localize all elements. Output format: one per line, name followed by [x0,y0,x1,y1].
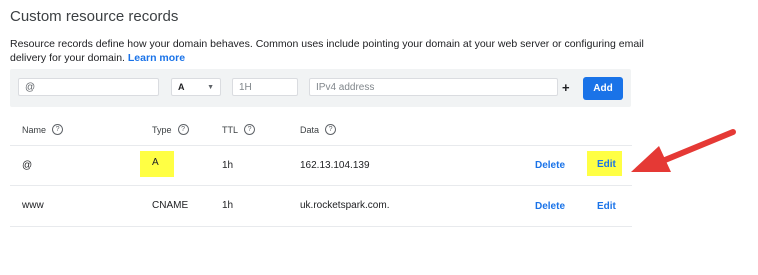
data-input[interactable] [309,78,558,96]
divider [10,145,632,146]
help-circle-icon[interactable]: ? [52,124,64,135]
help-circle-icon[interactable]: ? [177,124,189,135]
edit-button[interactable]: Edit [597,201,616,212]
add-button[interactable]: Add [583,77,623,100]
delete-button[interactable]: Delete [535,160,565,171]
record-type: CNAME [152,200,189,211]
record-name-input[interactable] [18,78,159,96]
caret-down-icon: ▼ [207,83,214,91]
record-type-value: A [178,82,185,92]
section-title: Custom resource records [10,8,179,25]
divider [10,185,632,186]
description-text: Resource records define how your domain … [10,38,644,64]
help-circle-icon[interactable]: ? [244,124,256,135]
record-type: A [152,157,159,168]
column-header-type: Type ? [152,124,189,135]
plus-icon[interactable]: + [562,80,570,95]
ttl-input[interactable] [232,78,298,96]
record-data: uk.rocketspark.com. [300,200,390,211]
header-label: Data [300,124,320,135]
divider [10,226,632,227]
delete-button[interactable]: Delete [535,201,565,212]
column-header-ttl: TTL ? [222,124,256,135]
add-record-form: A ▼ + Add [10,69,631,107]
record-ttl: 1h [222,200,234,211]
header-label: TTL [222,124,239,135]
header-label: Type [152,124,172,135]
record-ttl: 1h [222,160,234,171]
help-circle-icon[interactable]: ? [325,124,337,135]
record-name: www [22,200,44,211]
red-arrow-icon [631,129,736,172]
record-name: @ [22,160,33,171]
column-header-name: Name ? [22,124,64,135]
column-header-data: Data ? [300,124,337,135]
edit-button[interactable]: Edit [597,159,616,170]
learn-more-link[interactable]: Learn more [128,52,185,64]
section-description: Resource records define how your domain … [10,37,650,65]
record-data: 162.13.104.139 [300,160,370,171]
record-type-select[interactable]: A ▼ [171,78,221,96]
header-label: Name [22,124,47,135]
